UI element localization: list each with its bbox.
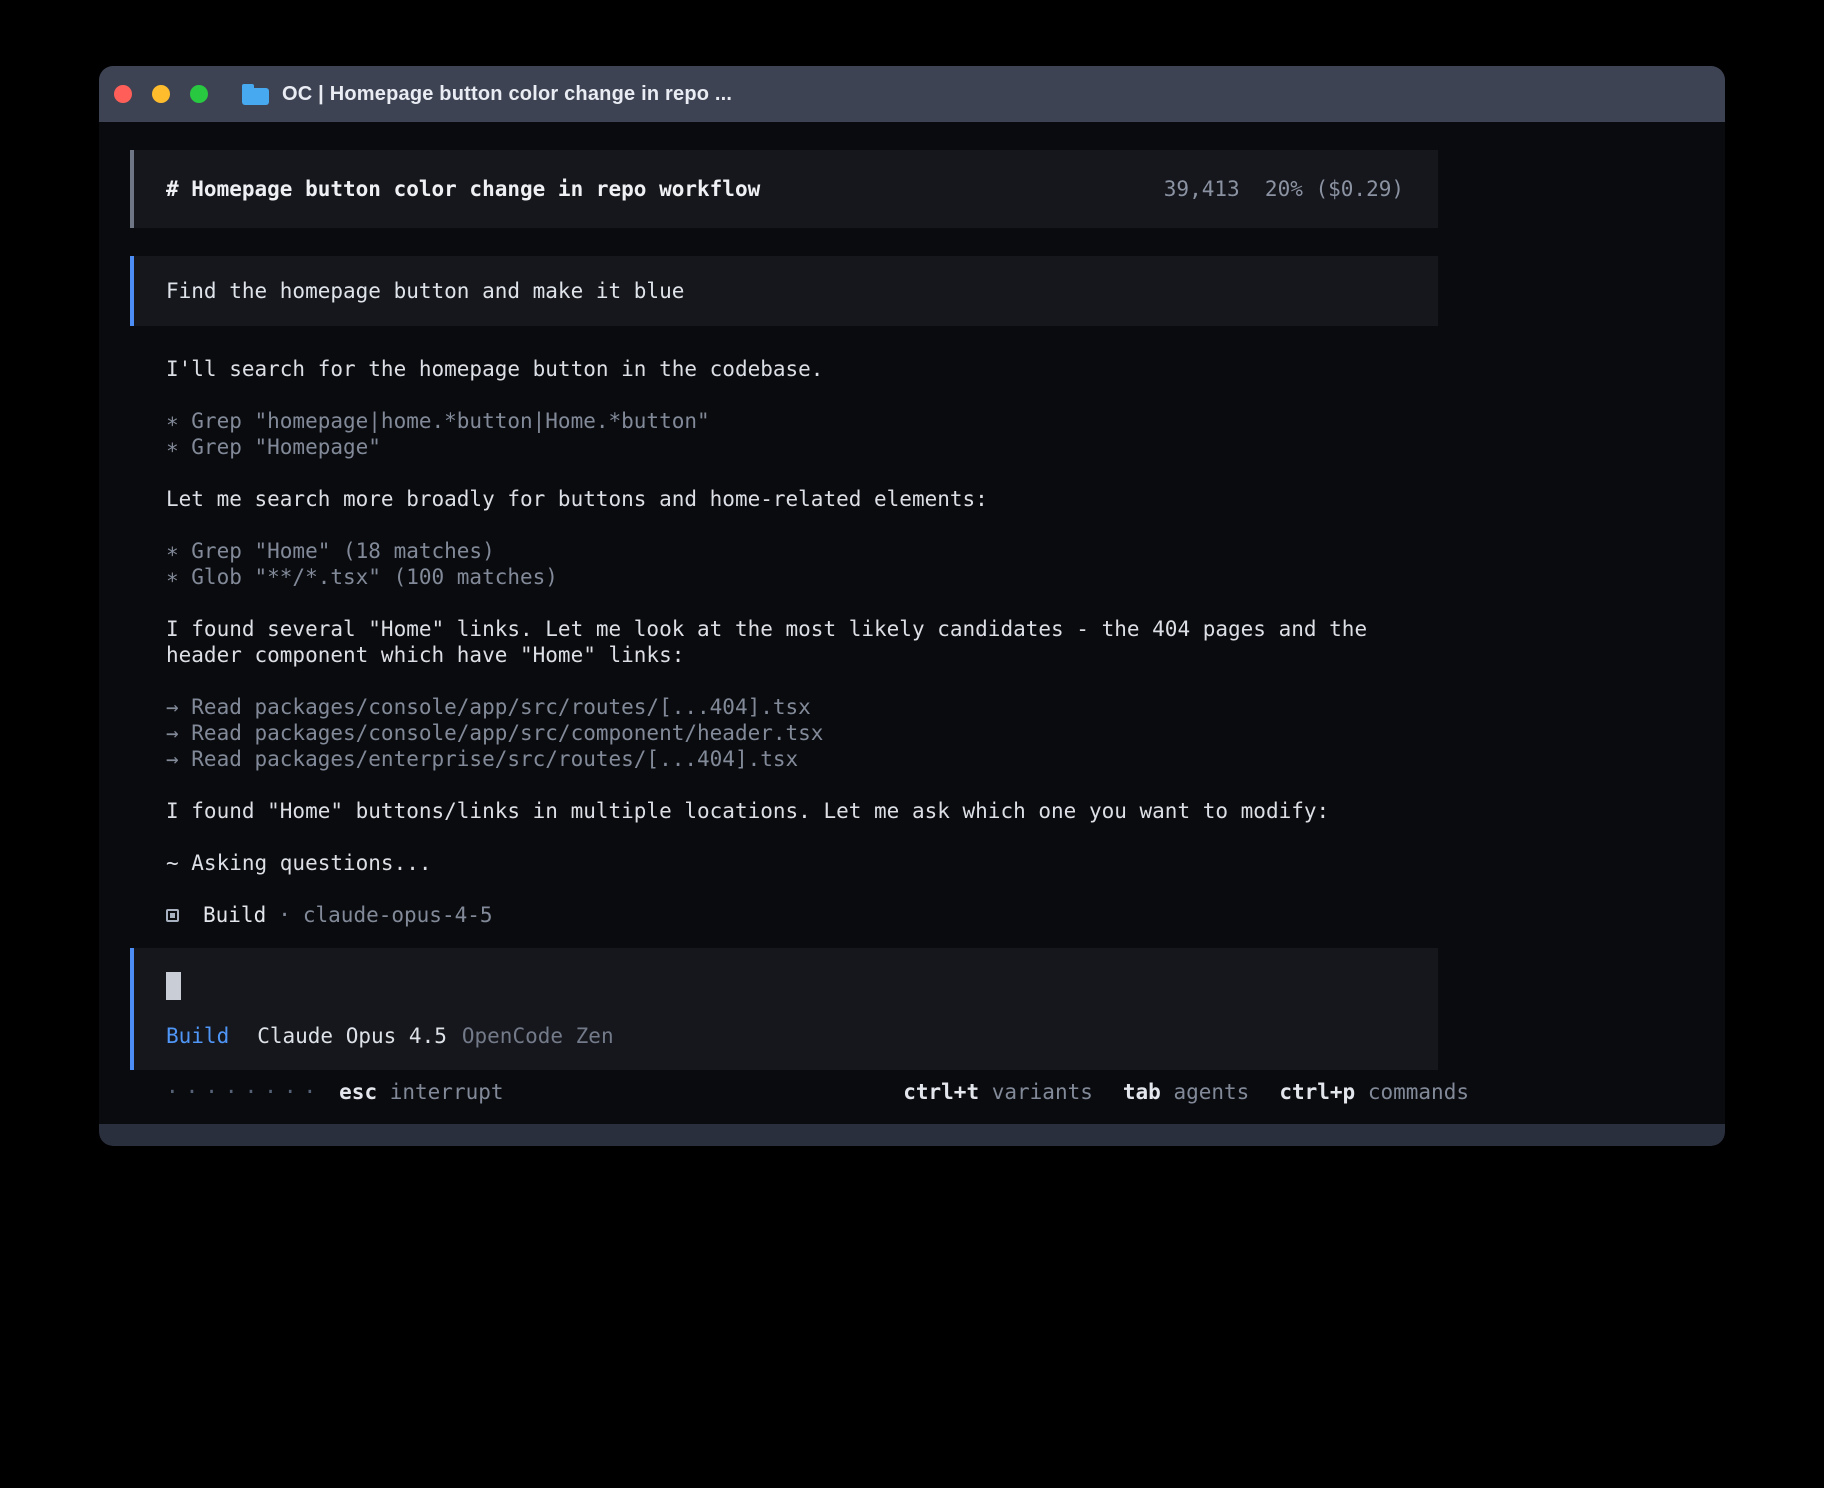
transcript: I'll search for the homepage button in t… — [130, 356, 1438, 928]
spinner-dots: ········ — [166, 1079, 323, 1105]
session-header: # Homepage button color change in repo w… — [130, 150, 1438, 228]
agent-status-line: Build · claude-opus-4-5 — [166, 902, 1438, 928]
user-message: Find the homepage button and make it blu… — [130, 256, 1438, 326]
agent-name: Build — [203, 902, 266, 928]
text-cursor[interactable] — [166, 972, 181, 1000]
tool-call-read: → Read packages/console/app/src/componen… — [166, 720, 1438, 746]
window-bottom-edge — [99, 1124, 1725, 1146]
model-name: Claude Opus 4.5 — [257, 1024, 447, 1048]
mode-badge: Build — [166, 1024, 229, 1048]
status-bar: ········ esc interrupt ctrl+t variants t… — [130, 1079, 1469, 1105]
shortcut-commands: ctrl+p commands — [1279, 1079, 1469, 1105]
session-stats: 39,413 20% ($0.29) — [1164, 177, 1404, 201]
assistant-text: I'll search for the homepage button in t… — [166, 356, 1438, 382]
session-title: # Homepage button color change in repo w… — [166, 177, 760, 201]
agent-model: claude-opus-4-5 — [303, 902, 493, 928]
tool-call-grep: ∗ Grep "Home" (18 matches) — [166, 538, 1438, 564]
input-mode-row: Build Claude Opus 4.5 OpenCode Zen — [166, 1024, 1406, 1048]
status-bar-left: ········ esc interrupt — [166, 1079, 504, 1105]
status-bar-right: ctrl+t variants tab agents ctrl+p comman… — [903, 1079, 1469, 1105]
provider-name: OpenCode Zen — [462, 1024, 614, 1048]
agent-separator: · — [278, 902, 291, 928]
tool-call-grep: ∗ Grep "Homepage" — [166, 434, 1438, 460]
user-message-text: Find the homepage button and make it blu… — [166, 279, 684, 303]
folder-icon — [242, 84, 269, 105]
zoom-button[interactable] — [190, 85, 208, 103]
tool-call-glob: ∗ Glob "**/*.tsx" (100 matches) — [166, 564, 1438, 590]
tool-call-grep: ∗ Grep "homepage|home.*button|Home.*butt… — [166, 408, 1438, 434]
tool-call-read: → Read packages/enterprise/src/routes/[.… — [166, 746, 1438, 772]
titlebar: OC | Homepage button color change in rep… — [99, 66, 1725, 122]
esc-key: esc — [339, 1079, 377, 1105]
agent-icon — [166, 909, 179, 922]
status-asking-questions: ~ Asking questions... — [166, 850, 1438, 876]
assistant-text: Let me search more broadly for buttons a… — [166, 486, 1438, 512]
tool-call-read: → Read packages/console/app/src/routes/[… — [166, 694, 1438, 720]
terminal-content: # Homepage button color change in repo w… — [99, 150, 1438, 1105]
shortcut-variants: ctrl+t variants — [903, 1079, 1093, 1105]
terminal-window: OC | Homepage button color change in rep… — [99, 66, 1725, 1146]
window-title: OC | Homepage button color change in rep… — [282, 83, 732, 106]
shortcut-agents: tab agents — [1123, 1079, 1249, 1105]
minimize-button[interactable] — [152, 85, 170, 103]
close-button[interactable] — [114, 85, 132, 103]
prompt-input[interactable]: Build Claude Opus 4.5 OpenCode Zen — [130, 948, 1438, 1070]
esc-hint: interrupt — [377, 1079, 503, 1105]
assistant-text: I found several "Home" links. Let me loo… — [166, 616, 1438, 668]
assistant-text: I found "Home" buttons/links in multiple… — [166, 798, 1438, 824]
